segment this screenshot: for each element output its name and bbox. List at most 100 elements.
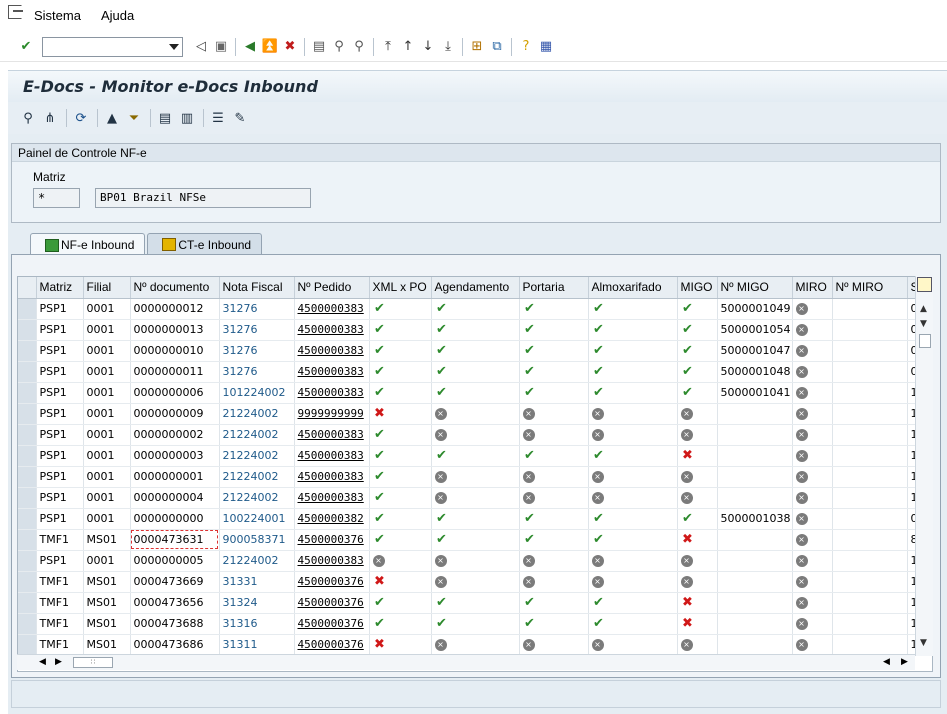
table-row[interactable]: PSP1 0001 0000000004 21224002 4500000383 ✔ × × ×… [18, 487, 922, 509]
pedido-value[interactable]: 4500000383 [298, 302, 364, 315]
nota-fiscal-link[interactable]: 21224002 [219, 424, 295, 446]
pedido-link[interactable]: 4500000383 [294, 466, 370, 488]
nota-fiscal-link[interactable]: 21224002 [219, 403, 295, 425]
row-selector[interactable] [18, 445, 37, 467]
pedido-link[interactable]: 4500000376 [294, 592, 370, 614]
column-settings-icon[interactable] [917, 277, 932, 292]
horizontal-scrollbar[interactable]: ◀ ▶ ∷ ◀ ▶ [17, 654, 915, 670]
pedido-value[interactable]: 4500000376 [298, 596, 364, 609]
pedido-link[interactable]: 4500000383 [294, 340, 370, 362]
row-selector[interactable] [18, 340, 37, 362]
column-header[interactable]: MIRO [792, 277, 833, 299]
column-header[interactable]: MIGO [677, 277, 718, 299]
command-field[interactable] [42, 36, 183, 57]
exit-nav-icon[interactable]: ⏫ [260, 37, 280, 57]
scroll-right-icon[interactable]: ▶ [901, 657, 908, 667]
next-page-icon[interactable]: ↓ [418, 37, 438, 57]
column-header[interactable]: Nº MIGO [717, 277, 793, 299]
cancel-icon[interactable]: ✖ [280, 37, 300, 57]
column-header[interactable]: Almoxarifado [588, 277, 678, 299]
nota-fiscal-link[interactable]: 21224002 [219, 445, 295, 467]
new-session-icon[interactable]: ⊞ [467, 37, 487, 57]
vertical-scrollbar[interactable]: ▲ ▼ ▼ [915, 276, 933, 656]
find-next-icon[interactable]: ⚲ [349, 37, 369, 57]
nota-fiscal-link[interactable]: 101224002 [219, 382, 295, 404]
nota-fiscal-link[interactable]: 21224002 [219, 466, 295, 488]
nota-fiscal-link[interactable]: 21224002 [219, 550, 295, 572]
table-row[interactable]: PSP1 0001 0000000002 21224002 4500000383 ✔ × × ×… [18, 424, 922, 446]
pedido-link[interactable]: 4500000383 [294, 361, 370, 383]
pedido-value[interactable]: 4500000376 [298, 533, 364, 546]
pedido-value[interactable]: 4500000376 [298, 638, 364, 651]
save-icon[interactable]: ▣ [211, 37, 231, 57]
print-preview-icon[interactable]: ▤ [155, 108, 175, 128]
column-header[interactable]: Nº MIRO [832, 277, 908, 299]
pedido-link[interactable]: 4500000383 [294, 487, 370, 509]
tab-nfe-inbound[interactable]: NF-e Inbound [30, 233, 146, 256]
pedido-value[interactable]: 4500000383 [298, 470, 364, 483]
nota-fiscal-link[interactable]: 31316 [219, 613, 295, 635]
table-row[interactable]: PSP1 0001 0000000011 31276 4500000383 ✔ ✔ ✔ ✔ ✔ 50… [18, 361, 922, 383]
row-selector[interactable] [18, 487, 37, 509]
pedido-link[interactable]: 4500000383 [294, 445, 370, 467]
row-selector[interactable] [18, 508, 37, 530]
table-row[interactable]: PSP1 0001 0000000003 21224002 4500000383 ✔ ✔ ✔ ✔… [18, 445, 922, 467]
nota-fiscal-link[interactable]: 100224001 [219, 508, 295, 530]
help-icon[interactable]: ? [516, 37, 536, 57]
scroll-left-icon[interactable]: ◀ [39, 657, 46, 667]
pedido-link[interactable]: 4500000383 [294, 319, 370, 341]
scroll-down-icon[interactable]: ▼ [920, 319, 927, 329]
column-header[interactable]: Filial [83, 277, 131, 299]
nota-fiscal-link[interactable]: 31276 [219, 361, 295, 383]
row-selector[interactable] [18, 298, 37, 320]
row-selector[interactable] [18, 382, 37, 404]
row-selector[interactable] [18, 592, 37, 614]
find-icon[interactable]: ⚲ [329, 37, 349, 57]
table-row[interactable]: TMF1 MS01 0000473631 900058371 4500000376 ✔ ✔ ✔… [18, 529, 922, 551]
pedido-link[interactable]: 4500000383 [294, 298, 370, 320]
edit-document-icon[interactable]: ✎ [230, 108, 250, 128]
row-selector[interactable] [18, 424, 37, 446]
detail-icon[interactable]: ⚲ [18, 108, 38, 128]
row-selector[interactable] [18, 571, 37, 593]
table-row[interactable]: PSP1 0001 0000000010 31276 4500000383 ✔ ✔ ✔ ✔ ✔ 50… [18, 340, 922, 362]
pedido-value[interactable]: 4500000383 [298, 428, 364, 441]
pedido-value[interactable]: 4500000376 [298, 575, 364, 588]
export-icon[interactable]: ▥ [177, 108, 197, 128]
pedido-value[interactable]: 4500000382 [298, 512, 364, 525]
pedido-value[interactable]: 4500000383 [298, 554, 364, 567]
pedido-link[interactable]: 4500000376 [294, 613, 370, 635]
row-selector[interactable] [18, 319, 37, 341]
column-header[interactable]: Matriz [36, 277, 84, 299]
table-row[interactable]: TMF1 MS01 0000473686 31311 4500000376 ✖ × × × × × 1 [18, 634, 922, 656]
table-row[interactable]: TMF1 MS01 0000473656 31324 4500000376 ✔ ✔ ✔ ✔ ✖ × 1 [18, 592, 922, 614]
pedido-value[interactable]: 4500000383 [298, 344, 364, 357]
scroll-thumb[interactable]: ∷ [73, 657, 113, 668]
pedido-value[interactable]: 4500000383 [298, 365, 364, 378]
row-selector[interactable] [18, 403, 37, 425]
pedido-link[interactable]: 4500000383 [294, 382, 370, 404]
row-selector[interactable] [18, 550, 37, 572]
menu-sistema[interactable]: Sistema [34, 8, 81, 23]
hierarchy-icon[interactable]: ⋔ [40, 108, 60, 128]
first-page-icon[interactable]: ⤒ [378, 37, 398, 57]
refresh-icon[interactable]: ⟳ [71, 108, 91, 128]
chevron-down-icon[interactable] [169, 43, 179, 50]
table-row[interactable]: PSP1 0001 0000000013 31276 4500000383 ✔ ✔ ✔ ✔ ✔ 50… [18, 319, 922, 341]
column-header[interactable]: XML x PO [369, 277, 432, 299]
column-header[interactable]: Nº documento [130, 277, 220, 299]
nota-fiscal-link[interactable]: 31324 [219, 592, 295, 614]
menu-ajuda[interactable]: Ajuda [101, 8, 134, 23]
column-header[interactable]: Agendamento [431, 277, 520, 299]
table-row[interactable]: PSP1 0001 0000000009 21224002 9999999999 ✖ × × ×… [18, 403, 922, 425]
pedido-link[interactable]: 9999999999 [294, 403, 370, 425]
table-row[interactable]: PSP1 0001 0000000001 21224002 4500000383 ✔ × × ×… [18, 466, 922, 488]
column-header[interactable]: Nota Fiscal [219, 277, 295, 299]
nota-fiscal-link[interactable]: 31276 [219, 340, 295, 362]
nota-fiscal-link[interactable]: 31311 [219, 634, 295, 656]
pedido-value[interactable]: 4500000376 [298, 617, 364, 630]
nota-fiscal-link[interactable]: 21224002 [219, 487, 295, 509]
pedido-value[interactable]: 9999999999 [298, 407, 364, 420]
pedido-link[interactable]: 4500000383 [294, 424, 370, 446]
table-row[interactable]: PSP1 0001 0000000000 100224001 4500000382 ✔ ✔ ✔… [18, 508, 922, 530]
